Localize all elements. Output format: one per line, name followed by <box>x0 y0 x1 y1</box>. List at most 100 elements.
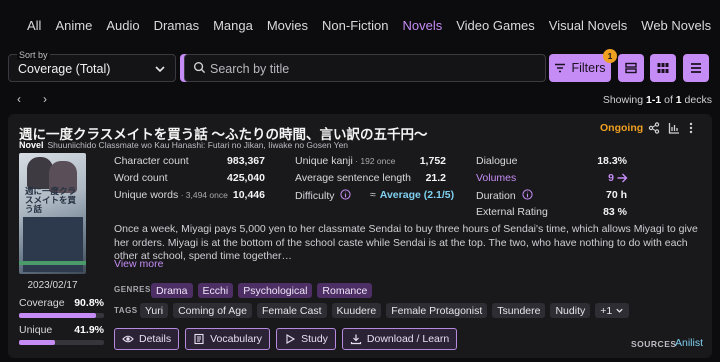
difficulty-text: Average (2.1/5) <box>379 189 455 201</box>
showing-suffix: decks <box>681 94 712 106</box>
deck-card: 週に一度クラスメイトを買う話 〜ふたりの時間、言い訳の五千円〜 Novel Shu… <box>8 114 712 358</box>
genre-list: Drama Ecchi Psychological Romance <box>151 283 373 298</box>
filters-button[interactable]: Filters <box>549 54 611 82</box>
tab-manga[interactable]: Manga <box>206 18 260 33</box>
sort-value: Coverage (Total) <box>18 62 111 76</box>
play-icon <box>286 334 296 344</box>
eye-icon <box>122 335 134 343</box>
tab-all[interactable]: All <box>20 18 48 33</box>
share-icon[interactable] <box>648 122 660 134</box>
chevron-down-icon <box>616 308 623 313</box>
vocabulary-label: Vocabulary <box>210 333 263 345</box>
genre-chip[interactable]: Drama <box>151 283 193 298</box>
showing-range: 1-1 <box>646 94 662 106</box>
tab-anime[interactable]: Anime <box>48 18 99 33</box>
stat-unique-words-value: 10,446 <box>232 189 265 201</box>
tab-movies[interactable]: Movies <box>260 18 315 33</box>
stat-label: Unique kanji <box>295 155 353 167</box>
details-button[interactable]: Details <box>114 328 180 350</box>
view-list-button[interactable] <box>683 54 709 82</box>
tag-chip[interactable]: Tsundere <box>492 303 546 318</box>
status-badge: Ongoing <box>600 122 644 134</box>
view-more-link[interactable]: View more <box>114 258 163 270</box>
anilist-link[interactable]: Anilist <box>675 337 703 349</box>
tab-non-fiction[interactable]: Non-Fiction <box>315 18 395 33</box>
tag-chip[interactable]: Kuudere <box>331 303 382 318</box>
search-input[interactable]: Search by title <box>184 54 546 82</box>
tab-video-games[interactable]: Video Games <box>449 18 542 33</box>
genre-chip[interactable]: Romance <box>317 283 373 298</box>
download-learn-label: Download / Learn <box>366 333 450 345</box>
coverage-bar <box>19 313 104 318</box>
study-label: Study <box>301 333 328 345</box>
stat-duration-value: 70 h <box>605 189 627 201</box>
bar-chart-icon[interactable] <box>668 122 680 134</box>
showing-prefix: Showing <box>602 94 647 106</box>
next-page-button[interactable]: › <box>43 92 47 106</box>
stat-difficulty-value: ≈ Average (2.1/5) <box>370 189 454 201</box>
showing-of: of <box>661 94 676 106</box>
view-list-compact-button[interactable] <box>618 54 644 82</box>
download-icon <box>350 334 362 345</box>
tab-novels[interactable]: Novels <box>395 18 449 33</box>
stat-dialogue-value: 18.3% <box>597 155 627 167</box>
card-actions <box>648 122 694 134</box>
stat-unique-kanji-label: Unique kanji · 192 once <box>295 155 395 167</box>
stat-difficulty-label: Difficulty <box>295 189 351 202</box>
tab-dramas[interactable]: Dramas <box>147 18 207 33</box>
tab-audio[interactable]: Audio <box>99 18 146 33</box>
arrow-right-icon[interactable] <box>616 172 628 184</box>
stat-label: Character count <box>114 155 189 167</box>
stat-character-count-label: Character count <box>114 155 189 167</box>
stat-duration-label: Duration <box>476 189 533 202</box>
tag-chip[interactable]: Nudity <box>550 303 591 318</box>
stat-label: Duration <box>476 190 516 202</box>
tab-web-novels[interactable]: Web Novels <box>634 18 718 33</box>
view-grid-button[interactable] <box>650 54 676 82</box>
study-button[interactable]: Study <box>276 328 336 350</box>
tag-chip[interactable]: Yuri <box>140 303 169 318</box>
rows-icon <box>625 62 637 74</box>
results-count: Showing 1-1 of 1 decks <box>603 94 712 106</box>
stat-label: Unique words <box>114 189 179 201</box>
download-learn-button[interactable]: Download / Learn <box>341 328 458 350</box>
tag-chip[interactable]: Female Protagonist <box>386 303 488 318</box>
deck-subtitle: Novel Shuuniichido Classmate wo Kau Hanas… <box>19 140 348 150</box>
grid-icon <box>657 63 669 73</box>
deck-description: Once a week, Miyagi pays 5,000 yen to he… <box>114 223 698 262</box>
prev-page-button[interactable]: ‹ <box>17 92 21 106</box>
genres-label: GENRES <box>114 285 151 294</box>
more-tags-chip[interactable]: +1 <box>595 303 630 318</box>
stat-word-count-value: 425,040 <box>227 172 265 184</box>
stat-volumes-value[interactable]: 9 <box>568 172 614 184</box>
filters-label: Filters <box>571 61 606 75</box>
vocabulary-button[interactable]: Vocabulary <box>185 328 271 350</box>
stat-volumes-link[interactable]: Volumes <box>476 172 516 184</box>
sources-label: SOURCES <box>631 339 677 349</box>
book-icon <box>194 333 204 345</box>
tag-list: Yuri Coming of Age Female Cast Kuudere F… <box>140 303 630 318</box>
genre-chip[interactable]: Ecchi <box>197 283 234 298</box>
info-icon[interactable] <box>340 189 351 200</box>
deck-actions: Details Vocabulary Study Download / Lear… <box>114 328 458 350</box>
sort-label: Sort by <box>17 50 50 60</box>
unique-label: Unique <box>19 324 53 336</box>
genre-chip[interactable]: Psychological <box>238 283 313 298</box>
cover-image[interactable]: 週に一度クラスメイトを買う話 <box>19 153 86 274</box>
info-icon[interactable] <box>522 189 533 200</box>
coverage-bar-fill <box>19 313 97 318</box>
coverage-label: Coverage <box>19 297 65 309</box>
stat-label: Word count <box>114 172 168 184</box>
tag-chip[interactable]: Coming of Age <box>173 303 252 318</box>
more-vertical-icon[interactable] <box>688 122 694 134</box>
approx-sign: ≈ <box>370 189 376 201</box>
cover-stripe <box>19 261 86 265</box>
stat-label: Difficulty <box>295 190 335 202</box>
filter-count-badge: 1 <box>603 49 617 63</box>
stat-dialogue-label: Dialogue <box>476 155 518 167</box>
more-tags-count: +1 <box>600 304 613 317</box>
tag-chip[interactable]: Female Cast <box>256 303 327 318</box>
tab-visual-novels[interactable]: Visual Novels <box>542 18 635 33</box>
deck-romaji: Shuuniichido Classmate wo Kau Hanashi: F… <box>47 140 349 150</box>
category-nav: All Anime Audio Dramas Manga Movies Non-… <box>0 0 720 50</box>
